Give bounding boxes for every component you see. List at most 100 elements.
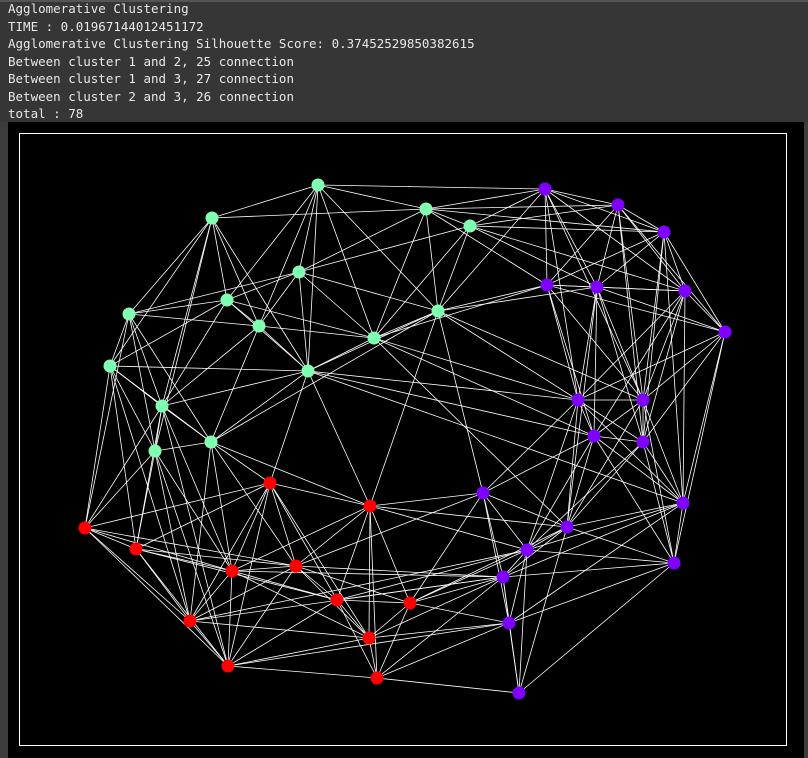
edge-p6-p7 [684, 290, 726, 333]
graph-edges [84, 184, 726, 694]
node-r1 [263, 476, 277, 490]
edge-p15-p16 [526, 549, 675, 564]
node-p12 [476, 486, 490, 500]
node-p13 [676, 496, 690, 510]
node-p9 [636, 393, 650, 407]
edge-p3-p5 [596, 231, 665, 288]
edge-g14-g15 [154, 441, 212, 452]
edge-g1-g5 [298, 184, 319, 273]
node-r3 [78, 521, 92, 535]
node-r12 [370, 671, 384, 685]
edge-g10-g12 [307, 337, 375, 372]
node-g2 [205, 211, 219, 225]
edge-g2-g3 [211, 208, 427, 219]
node-p3 [657, 225, 671, 239]
edge-p5-p6 [596, 286, 686, 292]
edge-g11-r4 [109, 365, 137, 550]
edge-p1-p9 [544, 188, 644, 401]
edge-g2-g15 [154, 217, 213, 452]
edge-r1-r4 [135, 482, 271, 550]
edge-g11-r3 [84, 365, 111, 529]
edge-g4-g9 [437, 225, 471, 312]
edge-g6-g13 [161, 299, 228, 407]
node-p10 [587, 429, 601, 443]
node-g1 [311, 178, 325, 192]
node-p17 [496, 570, 510, 584]
edge-g13-r3 [84, 405, 163, 529]
edge-g5-g9 [298, 271, 439, 312]
node-p4 [540, 278, 554, 292]
edge-g14-r9 [189, 441, 212, 622]
edge-r12-p19 [376, 677, 520, 694]
edge-p12-p14 [482, 492, 568, 528]
node-g4 [463, 219, 477, 233]
node-r6 [289, 559, 303, 573]
edge-g12-g13 [161, 370, 309, 407]
node-g14 [204, 435, 218, 449]
edge-r10-p18 [368, 622, 510, 639]
edge-g1-g6 [226, 184, 319, 301]
edge-g7-r3 [84, 313, 130, 529]
edge-g9-p8 [437, 310, 579, 401]
edge-r1-r7 [269, 482, 338, 601]
node-p7 [718, 325, 732, 339]
edge-p6-p9 [642, 290, 686, 401]
edge-p15-p19 [518, 549, 528, 694]
edge-r11-p18 [227, 622, 510, 667]
edge-g14-r2 [210, 441, 371, 507]
edge-g4-g5 [298, 225, 471, 273]
edge-r7-r10 [336, 599, 370, 639]
node-p5 [590, 280, 604, 294]
edge-r1-r10 [269, 482, 370, 639]
edge-r1-r2 [269, 482, 371, 507]
edge-g8-g10 [258, 325, 375, 339]
edge-g10-p14 [373, 337, 568, 528]
node-g13 [155, 399, 169, 413]
node-g5 [292, 265, 306, 279]
edge-g10-p10 [373, 337, 595, 437]
edge-g12-r2 [307, 370, 371, 507]
edge-g7-g13 [128, 313, 163, 407]
edge-g5-g12 [298, 271, 309, 372]
edge-g9-p5 [437, 286, 598, 312]
edge-r5-p17 [231, 570, 504, 578]
node-g7 [122, 307, 136, 321]
edge-g1-g10 [317, 184, 375, 339]
edge-g3-p2 [425, 204, 619, 210]
edge-p11-p15 [526, 441, 644, 551]
edge-g3-g5 [298, 208, 427, 273]
node-p8 [571, 393, 585, 407]
edge-g2-g11 [109, 217, 213, 367]
edge-p14-p16 [566, 526, 675, 564]
node-r4 [129, 542, 143, 556]
node-r2 [363, 499, 377, 513]
edge-p3-p4 [546, 231, 665, 286]
edge-p3-p11 [642, 231, 665, 443]
edge-g1-g9 [317, 184, 439, 312]
edge-g7-g8 [128, 313, 260, 327]
node-g12 [301, 364, 315, 378]
edge-r3-r6 [84, 527, 297, 567]
edge-g4-p5 [469, 225, 598, 288]
edge-g3-g10 [373, 208, 427, 339]
edge-g4-g10 [373, 225, 471, 339]
edge-r5-r7 [231, 570, 338, 601]
edge-r1-r6 [269, 482, 297, 567]
node-r9 [183, 614, 197, 628]
edge-p1-p3 [544, 188, 665, 233]
node-g6 [220, 293, 234, 307]
edge-g1-g12 [307, 184, 319, 372]
node-g15 [148, 444, 162, 458]
edge-g1-g3 [317, 184, 427, 210]
edge-p6-p13 [682, 290, 686, 504]
edge-r9-r10 [189, 620, 370, 639]
node-g8 [252, 319, 266, 333]
edge-p16-p17 [502, 562, 675, 578]
edge-g3-p4 [425, 208, 548, 286]
edge-g2-g8 [211, 217, 260, 327]
node-r5 [225, 564, 239, 578]
edge-r2-r7 [336, 505, 371, 601]
edge-p7-p8 [577, 331, 726, 401]
edge-g1-g2 [211, 184, 319, 219]
edge-p4-p10 [546, 284, 595, 437]
